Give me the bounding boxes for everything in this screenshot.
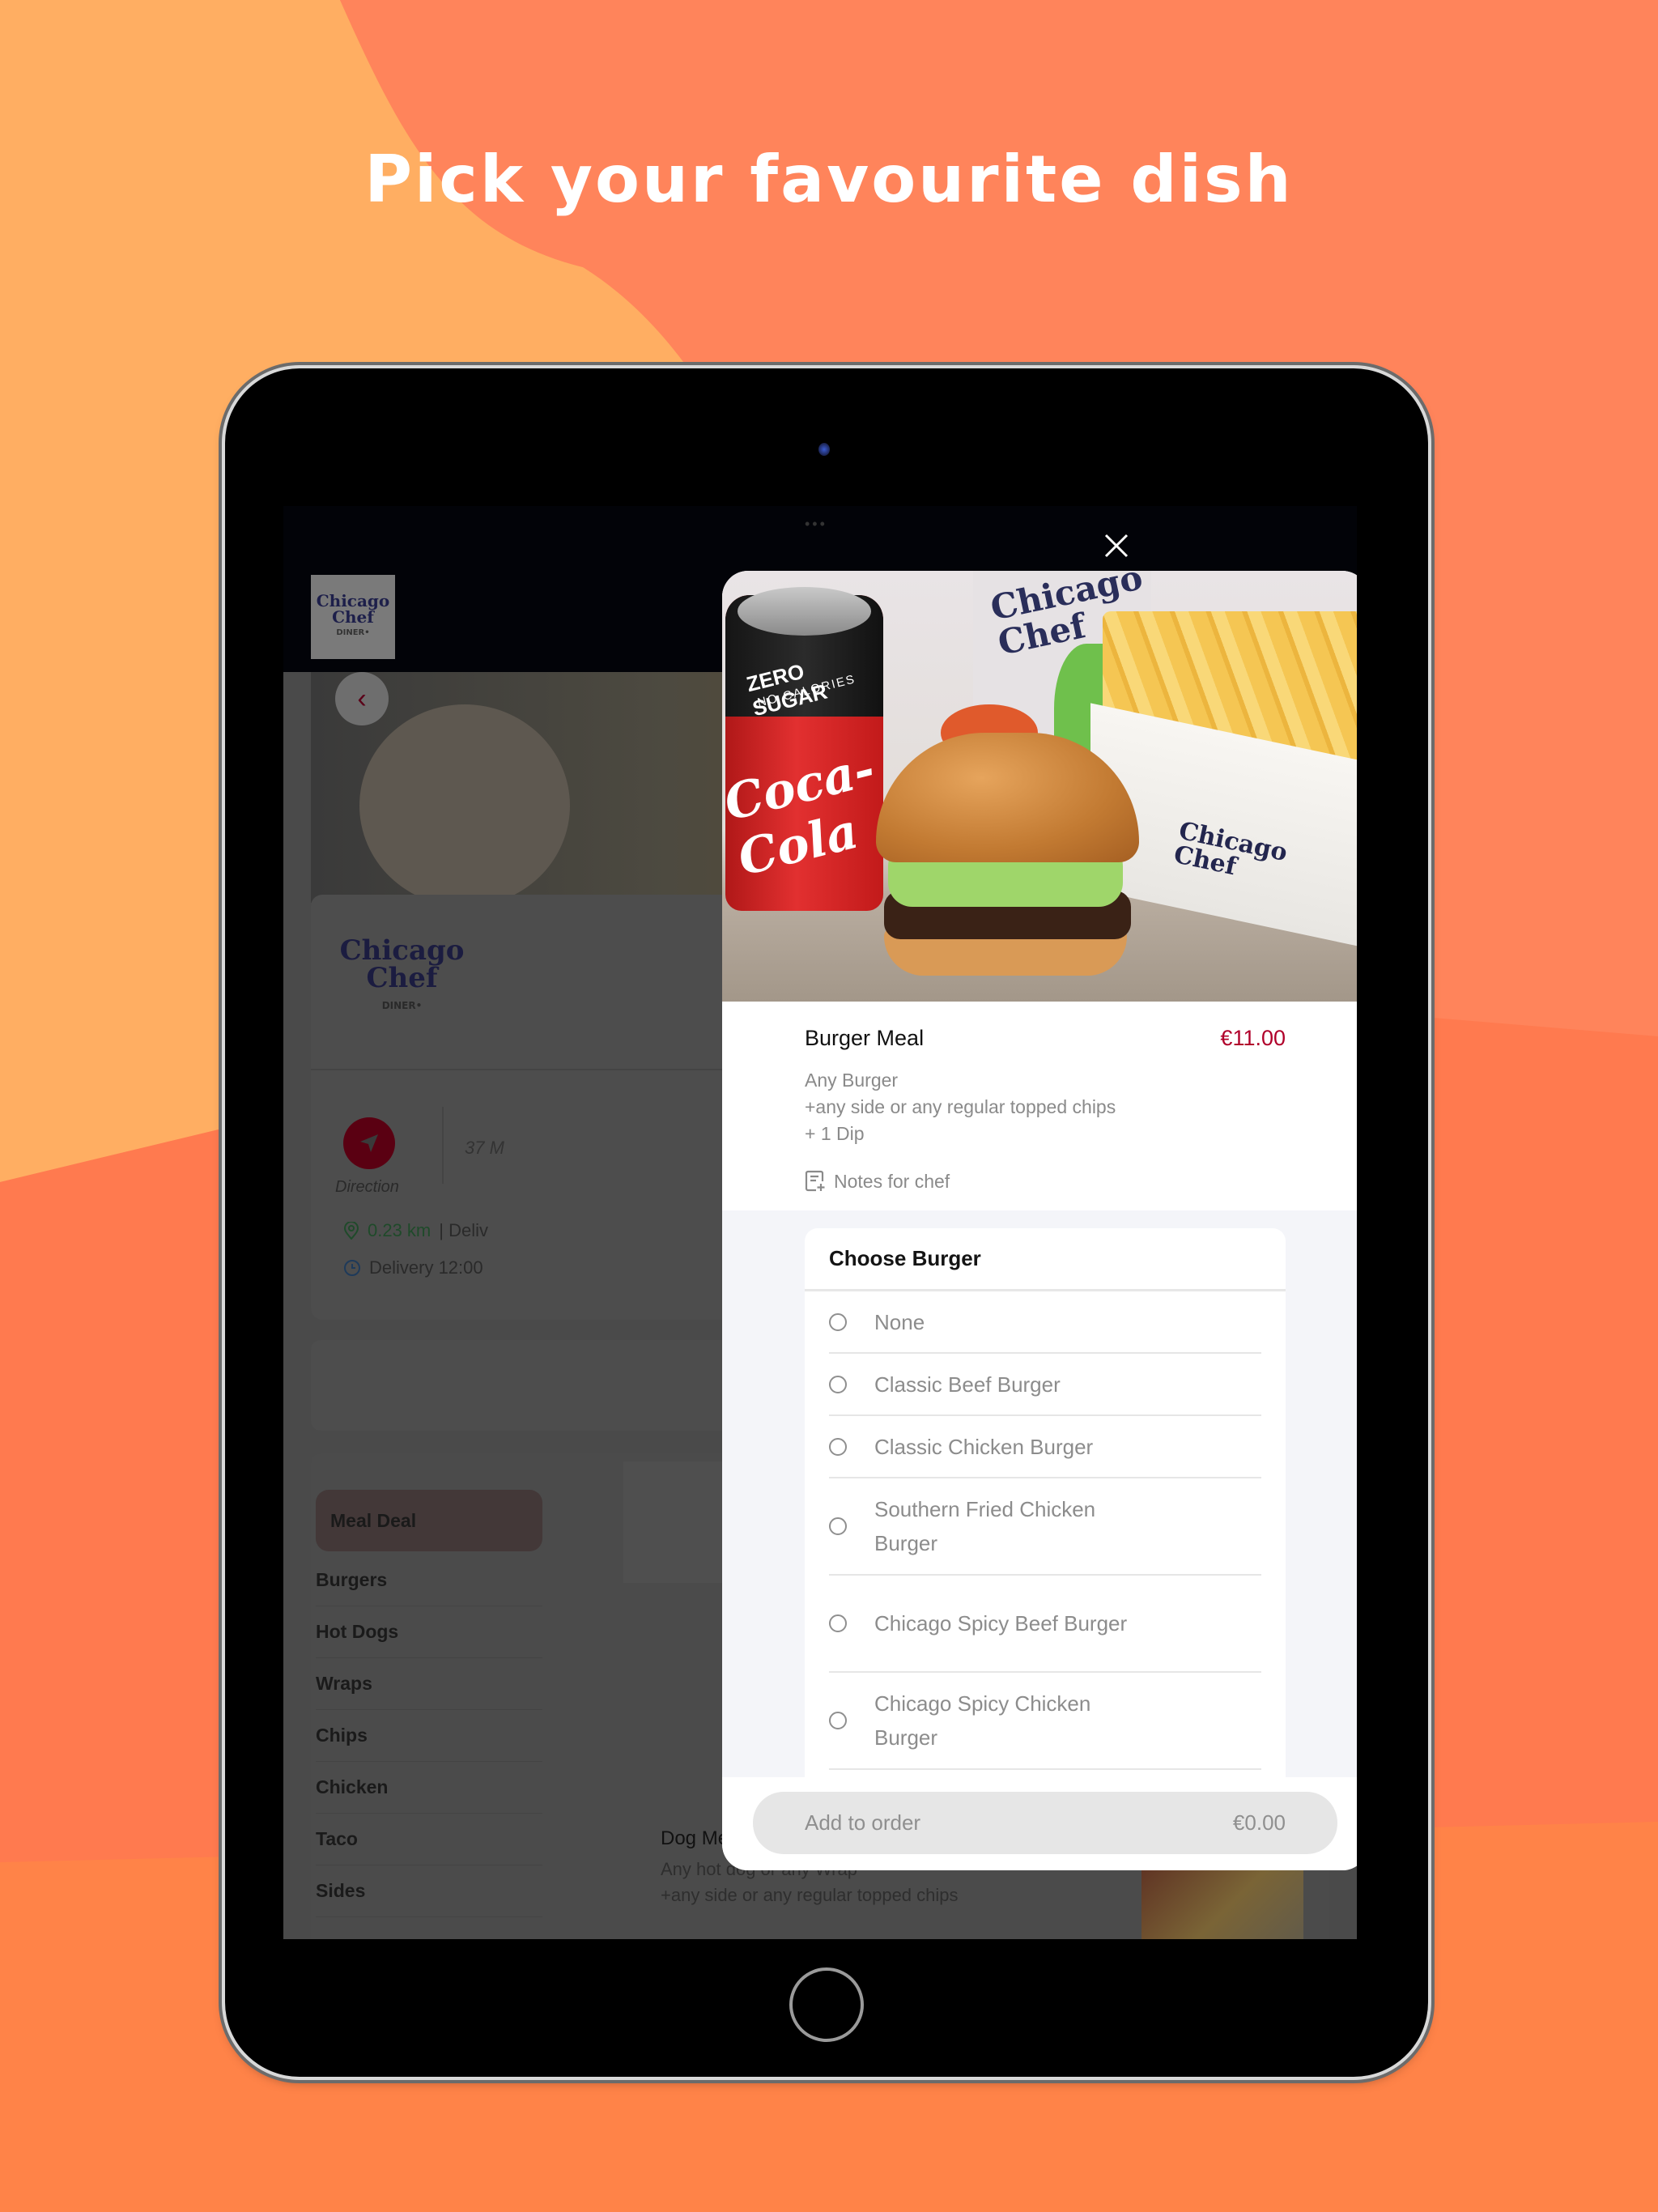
can-brand: Coca-Cola — [722, 740, 881, 887]
radio-button[interactable] — [829, 1712, 847, 1729]
radio-button[interactable] — [829, 1517, 847, 1535]
category-label: Hot Dogs — [316, 1621, 399, 1642]
option-group-card: Choose Burger None Classic Beef Burger C… — [805, 1228, 1286, 1795]
category-item[interactable]: Chicken — [316, 1762, 542, 1814]
chevron-left-icon: ‹ — [357, 683, 367, 714]
restaurant-logo-line-2: Chef — [366, 962, 438, 994]
home-button[interactable] — [789, 1967, 864, 2042]
delivery-hours-row: Delivery 12:00 — [343, 1257, 483, 1278]
back-button[interactable]: ‹ — [335, 672, 389, 725]
option-label: Classic Beef Burger — [874, 1372, 1061, 1397]
option-label: None — [874, 1309, 925, 1334]
can-lid — [738, 587, 871, 636]
tablet-screen: ••• Chicago Chef DINER• €0.00 ‹ — [283, 506, 1357, 1939]
radio-button[interactable] — [829, 1437, 847, 1456]
info-vertical-divider — [442, 1107, 444, 1184]
close-modal-button[interactable] — [1101, 530, 1132, 561]
category-item[interactable]: Sides — [316, 1865, 542, 1917]
category-item[interactable]: Hot Dogs — [316, 1606, 542, 1658]
eta-text: 37 M — [465, 1138, 504, 1158]
navigation-arrow-icon — [360, 1134, 378, 1152]
dish-title: Burger Meal — [805, 1026, 925, 1050]
option-label: Chicago Spicy Chicken Burger — [874, 1691, 1091, 1750]
category-item[interactable]: Wraps — [316, 1658, 542, 1710]
option-row[interactable]: Southern Fried Chicken Burger — [829, 1478, 1261, 1576]
header-logo[interactable]: Chicago Chef DINER• — [311, 575, 395, 659]
category-label: Chips — [316, 1725, 368, 1746]
option-label: Southern Fried Chicken Burger — [874, 1497, 1096, 1555]
logo-line-1: Chicago — [316, 591, 390, 610]
category-label: Burgers — [316, 1569, 388, 1590]
category-label: Wraps — [316, 1673, 372, 1694]
option-label: Classic Chicken Burger — [874, 1434, 1094, 1459]
hero-plate-left — [359, 704, 570, 907]
close-icon — [1104, 534, 1129, 558]
clock-icon — [344, 1260, 360, 1276]
distance-value: 0.23 km — [368, 1220, 432, 1240]
distance-suffix: | Deliv — [439, 1220, 488, 1240]
restaurant-logo-line-3: DINER• — [381, 1000, 423, 1011]
category-label: Taco — [316, 1828, 358, 1849]
option-row[interactable]: Classic Beef Burger — [829, 1354, 1261, 1416]
dish-photo: Chicago Chef Chicago Chef ZERO SUGAR NO … — [722, 571, 1357, 1002]
logo-line-2: Chef — [332, 607, 374, 627]
add-to-order-total: €0.00 — [1232, 1810, 1286, 1835]
option-row[interactable]: Chicago Spicy Beef Burger — [829, 1576, 1261, 1673]
category-item[interactable]: Burgers — [316, 1555, 542, 1606]
restaurant-logo: Chicago Chef DINER• — [340, 925, 465, 1031]
direction-button[interactable] — [343, 1117, 395, 1169]
restaurant-logo-line-1: Chicago — [339, 934, 465, 967]
add-to-order-button[interactable]: Add to order €0.00 — [753, 1792, 1337, 1854]
front-camera — [818, 443, 830, 456]
photo-soda-can: ZERO SUGAR NO CALORIES Coca-Cola — [722, 587, 883, 911]
direction-label: Direction — [335, 1178, 399, 1196]
dish-price: €11.00 — [1220, 1026, 1286, 1050]
option-group-title: Choose Burger — [805, 1228, 1286, 1291]
distance-row: 0.23 km | Deliv — [343, 1220, 488, 1241]
modal-footer: Add to order €0.00 — [722, 1777, 1357, 1870]
category-item[interactable]: Taco — [316, 1814, 542, 1865]
options-scroll-area[interactable]: Choose Burger None Classic Beef Burger C… — [722, 1210, 1357, 1795]
dish-description-line: +any side or any regular topped chips — [805, 1096, 1116, 1117]
option-row[interactable]: Classic Chicken Burger — [829, 1416, 1261, 1478]
radio-button[interactable] — [829, 1312, 847, 1331]
note-add-icon — [805, 1170, 825, 1192]
category-label: Chicken — [316, 1776, 389, 1797]
notes-for-chef-label: Notes for chef — [834, 1170, 950, 1192]
add-to-order-label: Add to order — [805, 1810, 921, 1835]
option-row[interactable]: Chicago Spicy Chicken Burger — [829, 1673, 1261, 1770]
radio-button[interactable] — [829, 1614, 847, 1632]
category-label: Meal Deal — [330, 1509, 417, 1531]
category-item[interactable]: Chips — [316, 1710, 542, 1762]
tablet-device: ••• Chicago Chef DINER• €0.00 ‹ — [225, 368, 1428, 2077]
category-list: Meal Deal Burgers Hot Dogs Wraps Chips C… — [316, 1490, 542, 1917]
dish-detail-modal: Chicago Chef Chicago Chef ZERO SUGAR NO … — [722, 571, 1357, 1870]
status-bar-indicator: ••• — [805, 516, 827, 532]
option-row[interactable]: None — [829, 1291, 1261, 1354]
dish-description-line: + 1 Dip — [805, 1123, 865, 1144]
category-label: Sides — [316, 1880, 366, 1901]
dish-info: Burger Meal €11.00 Any Burger +any side … — [722, 1002, 1357, 1212]
radio-button[interactable] — [829, 1375, 847, 1393]
category-item[interactable]: Meal Deal — [316, 1490, 542, 1551]
dish-description-line: +any side or any regular topped chips — [661, 1885, 959, 1905]
location-pin-icon — [343, 1222, 359, 1240]
dish-description-line: Any Burger — [805, 1070, 899, 1091]
notes-for-chef-button[interactable]: Notes for chef — [805, 1170, 1286, 1193]
promo-headline: Pick your favourite dish — [364, 142, 1294, 217]
logo-line-3: DINER• — [336, 628, 370, 637]
option-label: Chicago Spicy Beef Burger — [874, 1611, 1128, 1636]
delivery-hours-text: Delivery 12:00 — [369, 1257, 483, 1278]
dish-description: Any Burger +any side or any regular topp… — [805, 1067, 1286, 1147]
